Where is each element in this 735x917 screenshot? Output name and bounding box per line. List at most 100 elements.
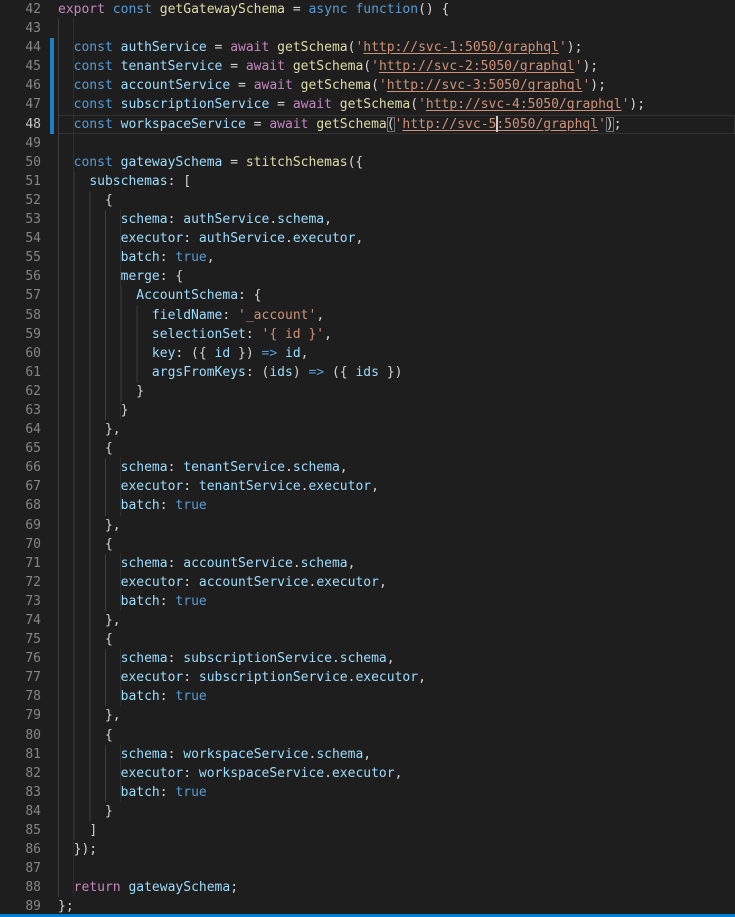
- code-line: 56 merge: {: [0, 267, 735, 286]
- code-text[interactable]: [58, 134, 735, 153]
- gutter-decoration: [41, 630, 58, 649]
- code-text[interactable]: const authService = await getSchema('htt…: [58, 38, 735, 57]
- line-number[interactable]: 55: [0, 248, 41, 267]
- code-text[interactable]: [58, 19, 735, 38]
- line-number[interactable]: 57: [0, 286, 41, 305]
- line-number[interactable]: 84: [0, 802, 41, 821]
- code-text[interactable]: executor: workspaceService.executor,: [58, 764, 735, 783]
- code-text[interactable]: },: [58, 611, 735, 630]
- line-number[interactable]: 86: [0, 840, 41, 859]
- line-number[interactable]: 66: [0, 458, 41, 477]
- code-text[interactable]: schema: tenantService.schema,: [58, 458, 735, 477]
- code-text[interactable]: }: [58, 401, 735, 420]
- code-text[interactable]: }: [58, 382, 735, 401]
- line-number[interactable]: 60: [0, 344, 41, 363]
- line-number[interactable]: 73: [0, 592, 41, 611]
- code-text[interactable]: const tenantService = await getSchema('h…: [58, 57, 735, 76]
- code-text[interactable]: [58, 859, 735, 878]
- line-number[interactable]: 58: [0, 306, 41, 325]
- line-number[interactable]: 47: [0, 95, 41, 114]
- line-number[interactable]: 81: [0, 745, 41, 764]
- code-text[interactable]: }: [58, 802, 735, 821]
- code-text[interactable]: },: [58, 706, 735, 725]
- line-number[interactable]: 56: [0, 267, 41, 286]
- line-number[interactable]: 87: [0, 859, 41, 878]
- code-text[interactable]: argsFromKeys: (ids) => ({ ids }): [58, 363, 735, 382]
- code-text[interactable]: schema: accountService.schema,: [58, 554, 735, 573]
- code-text[interactable]: schema: workspaceService.schema,: [58, 745, 735, 764]
- gutter-decoration: [41, 745, 58, 764]
- line-number[interactable]: 75: [0, 630, 41, 649]
- code-text[interactable]: {: [58, 630, 735, 649]
- code-text[interactable]: return gatewaySchema;: [58, 878, 735, 897]
- code-text[interactable]: const accountService = await getSchema('…: [58, 76, 735, 95]
- line-number[interactable]: 70: [0, 535, 41, 554]
- code-text[interactable]: merge: {: [58, 267, 735, 286]
- code-text[interactable]: {: [58, 191, 735, 210]
- code-text[interactable]: {: [58, 535, 735, 554]
- code-text[interactable]: batch: true: [58, 783, 735, 802]
- code-text[interactable]: AccountSchema: {: [58, 286, 735, 305]
- code-text[interactable]: schema: subscriptionService.schema,: [58, 649, 735, 668]
- code-text[interactable]: executor: tenantService.executor,: [58, 477, 735, 496]
- code-text[interactable]: batch: true: [58, 592, 735, 611]
- code-editor[interactable]: 42 export const getGatewaySchema = async …: [0, 0, 735, 917]
- code-text[interactable]: });: [58, 840, 735, 859]
- line-number[interactable]: 62: [0, 382, 41, 401]
- line-number[interactable]: 59: [0, 325, 41, 344]
- line-number[interactable]: 71: [0, 554, 41, 573]
- code-text[interactable]: fieldName: '_account',: [58, 306, 735, 325]
- line-number[interactable]: 78: [0, 687, 41, 706]
- code-text[interactable]: const workspaceService = await getSchema…: [58, 115, 735, 134]
- code-text[interactable]: },: [58, 420, 735, 439]
- code-text[interactable]: executor: accountService.executor,: [58, 573, 735, 592]
- line-number[interactable]: 61: [0, 363, 41, 382]
- code-text[interactable]: batch: true,: [58, 248, 735, 267]
- line-number[interactable]: 45: [0, 57, 41, 76]
- code-text[interactable]: batch: true: [58, 496, 735, 515]
- line-number[interactable]: 65: [0, 439, 41, 458]
- line-number[interactable]: 43: [0, 19, 41, 38]
- line-number[interactable]: 52: [0, 191, 41, 210]
- code-text[interactable]: {: [58, 439, 735, 458]
- code-text[interactable]: selectionSet: '{ id }',: [58, 325, 735, 344]
- bracket-match-highlight: (: [387, 117, 395, 132]
- line-number[interactable]: 42: [0, 0, 41, 19]
- line-number[interactable]: 67: [0, 477, 41, 496]
- line-number[interactable]: 63: [0, 401, 41, 420]
- code-text[interactable]: batch: true: [58, 687, 735, 706]
- line-number[interactable]: 68: [0, 496, 41, 515]
- line-number[interactable]: 76: [0, 649, 41, 668]
- code-text[interactable]: subschemas: [: [58, 172, 735, 191]
- line-number[interactable]: 74: [0, 611, 41, 630]
- line-number[interactable]: 83: [0, 783, 41, 802]
- line-number[interactable]: 50: [0, 153, 41, 172]
- code-text[interactable]: key: ({ id }) => id,: [58, 344, 735, 363]
- line-number[interactable]: 44: [0, 38, 41, 57]
- code-text[interactable]: executor: subscriptionService.executor,: [58, 668, 735, 687]
- line-number[interactable]: 88: [0, 878, 41, 897]
- code-text[interactable]: ]: [58, 821, 735, 840]
- code-text[interactable]: {: [58, 726, 735, 745]
- code-text[interactable]: executor: authService.executor,: [58, 229, 735, 248]
- line-number[interactable]: 64: [0, 420, 41, 439]
- line-number[interactable]: 69: [0, 516, 41, 535]
- code-line: 67 executor: tenantService.executor,: [0, 477, 735, 496]
- line-number[interactable]: 72: [0, 573, 41, 592]
- line-number[interactable]: 77: [0, 668, 41, 687]
- code-text[interactable]: const gatewaySchema = stitchSchemas({: [58, 153, 735, 172]
- line-number[interactable]: 53: [0, 210, 41, 229]
- line-number[interactable]: 51: [0, 172, 41, 191]
- line-number[interactable]: 82: [0, 764, 41, 783]
- code-text[interactable]: const subscriptionService = await getSch…: [58, 95, 735, 114]
- line-number[interactable]: 85: [0, 821, 41, 840]
- line-number[interactable]: 54: [0, 229, 41, 248]
- code-text[interactable]: export const getGatewaySchema = async fu…: [58, 0, 735, 19]
- line-number[interactable]: 49: [0, 134, 41, 153]
- line-number[interactable]: 48: [0, 115, 41, 134]
- code-text[interactable]: schema: authService.schema,: [58, 210, 735, 229]
- line-number[interactable]: 46: [0, 76, 41, 95]
- code-text[interactable]: },: [58, 516, 735, 535]
- line-number[interactable]: 80: [0, 726, 41, 745]
- line-number[interactable]: 79: [0, 706, 41, 725]
